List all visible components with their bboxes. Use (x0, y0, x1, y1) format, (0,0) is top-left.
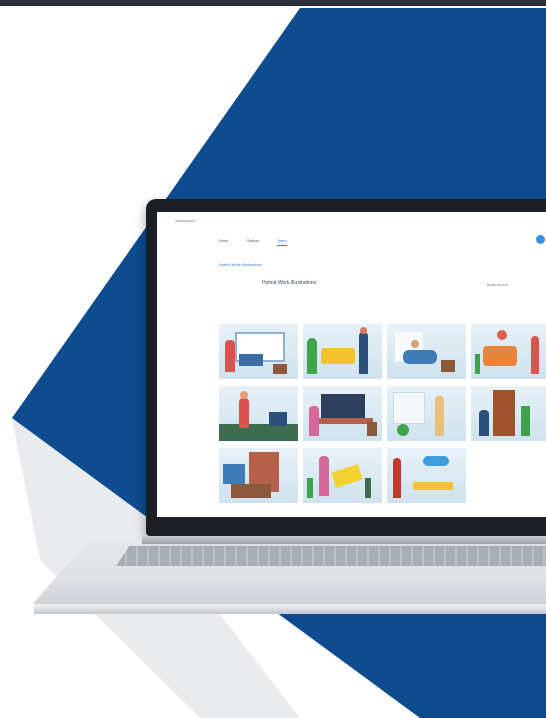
gallery-tile-relaxing-home[interactable] (387, 324, 466, 379)
gallery-tile-window-view[interactable] (387, 386, 466, 441)
site-name: Workspace (175, 218, 195, 223)
laptop-hinge (142, 536, 546, 544)
avatar[interactable] (536, 235, 545, 244)
gallery-tile-desk-monitor[interactable] (303, 386, 382, 441)
gallery-tile-bookshelf-room[interactable] (219, 448, 298, 503)
laptop-screen: Workspace Work Gallery Team Hybrid Work … (157, 212, 546, 517)
nav-tabs: Work Gallery Team (219, 238, 287, 246)
tab-team[interactable]: Team (276, 238, 287, 246)
gallery-tile-standing-person[interactable] (219, 386, 298, 441)
gallery-title: Hybrid Work Illustrations (262, 280, 317, 286)
tab-gallery[interactable]: Gallery (246, 238, 259, 246)
laptop-keyboard (116, 546, 546, 566)
gallery-tile-couch-plant[interactable] (303, 324, 382, 379)
tab-work[interactable]: Work (219, 238, 228, 246)
gallery-tile-orange-sofa[interactable] (471, 324, 546, 379)
gallery-tile-home-office[interactable] (387, 448, 466, 503)
sort-select[interactable]: Most recent (487, 282, 508, 287)
laptop-mockup: Workspace Work Gallery Team Hybrid Work … (0, 0, 546, 718)
gallery-tile-video-call[interactable] (219, 324, 298, 379)
gallery-tile-yellow-box[interactable] (303, 448, 382, 503)
breadcrumb[interactable]: Hybrid Work Illustrations (219, 262, 262, 267)
gallery-tile-bookshelf[interactable] (471, 386, 546, 441)
laptop-base-edge (34, 604, 546, 614)
